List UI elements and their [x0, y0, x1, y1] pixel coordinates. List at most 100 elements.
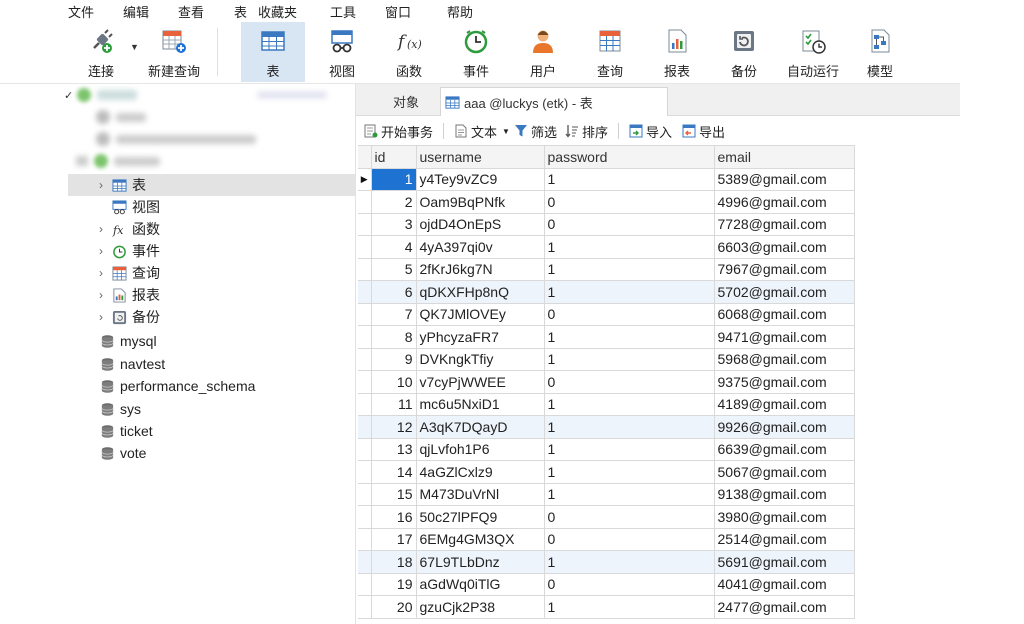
- cell-id[interactable]: 13: [370, 437, 417, 461]
- cell-username[interactable]: DVKngkTfiy: [415, 347, 545, 371]
- new-query-button[interactable]: 新建查询: [141, 22, 207, 82]
- row-indicator[interactable]: [358, 415, 372, 439]
- row-indicator[interactable]: [358, 595, 372, 619]
- cell-username[interactable]: qDKXFHp8nQ: [415, 280, 545, 304]
- automation-button[interactable]: 自动运行: [779, 22, 847, 82]
- cell-username[interactable]: 4aGZlCxlz9: [415, 460, 545, 484]
- cell-id[interactable]: 4: [370, 235, 417, 259]
- cell-id[interactable]: 1: [370, 167, 417, 191]
- cell-email[interactable]: 7728@gmail.com: [713, 212, 855, 236]
- table-row[interactable]: 10 v7cyPjWWEE 0 9375@gmail.com: [358, 370, 855, 394]
- model-button[interactable]: 模型: [848, 22, 912, 82]
- view-button[interactable]: 视图: [310, 22, 374, 82]
- row-indicator[interactable]: [358, 280, 372, 304]
- cell-password[interactable]: 1: [543, 482, 715, 506]
- cell-password[interactable]: 1: [543, 415, 715, 439]
- cell-id[interactable]: 15: [370, 482, 417, 506]
- cell-id[interactable]: 20: [370, 595, 417, 619]
- row-indicator[interactable]: [358, 257, 372, 281]
- cell-email[interactable]: 5691@gmail.com: [713, 550, 855, 574]
- cell-email[interactable]: 7967@gmail.com: [713, 257, 855, 281]
- connect-dropdown-icon[interactable]: ▼: [130, 42, 139, 52]
- begin-transaction-button[interactable]: 开始事务: [364, 122, 433, 141]
- row-indicator[interactable]: [358, 212, 372, 236]
- cell-username[interactable]: M473DuVrNl: [415, 482, 545, 506]
- cell-id[interactable]: 16: [370, 505, 417, 529]
- tree-item-queries[interactable]: › 查询: [94, 262, 160, 284]
- tree-item-tables[interactable]: › 表: [68, 174, 355, 196]
- cell-username[interactable]: 4yA397qi0v: [415, 235, 545, 259]
- cell-username[interactable]: v7cyPjWWEE: [415, 370, 545, 394]
- cell-username[interactable]: y4Tey9vZC9: [415, 167, 545, 191]
- row-indicator[interactable]: [358, 190, 372, 214]
- cell-password[interactable]: 1: [543, 167, 715, 191]
- cell-username[interactable]: ojdD4OnEpS: [415, 212, 545, 236]
- cell-id[interactable]: 9: [370, 347, 417, 371]
- cell-id[interactable]: 17: [370, 527, 417, 551]
- cell-password[interactable]: 0: [543, 572, 715, 596]
- row-indicator[interactable]: [358, 325, 372, 349]
- row-indicator[interactable]: [358, 235, 372, 259]
- table-row[interactable]: 20 gzuCjk2P38 1 2477@gmail.com: [358, 595, 855, 619]
- chevron-right-icon[interactable]: ›: [94, 266, 108, 280]
- row-indicator[interactable]: [358, 482, 372, 506]
- menu-view[interactable]: 查看: [178, 2, 204, 21]
- cell-password[interactable]: 0: [543, 302, 715, 326]
- tab-objects[interactable]: 对象: [374, 87, 438, 116]
- cell-id[interactable]: 19: [370, 572, 417, 596]
- cell-password[interactable]: 0: [543, 370, 715, 394]
- row-indicator[interactable]: [358, 572, 372, 596]
- cell-password[interactable]: 0: [543, 505, 715, 529]
- tree-db-sys[interactable]: sys: [96, 398, 141, 420]
- row-indicator[interactable]: [358, 527, 372, 551]
- connect-button[interactable]: 连接: [69, 22, 133, 82]
- table-row[interactable]: 11 mc6u5NxiD1 1 4189@gmail.com: [358, 392, 855, 416]
- row-indicator[interactable]: [358, 460, 372, 484]
- table-row[interactable]: 2 Oam9BqPNfk 0 4996@gmail.com: [358, 190, 855, 214]
- menu-edit[interactable]: 编辑: [123, 2, 149, 21]
- tree-redacted-db-2[interactable]: [96, 128, 256, 150]
- menu-table[interactable]: 表: [234, 2, 247, 21]
- cell-id[interactable]: 8: [370, 325, 417, 349]
- cell-username[interactable]: mc6u5NxiD1: [415, 392, 545, 416]
- cell-password[interactable]: 1: [543, 550, 715, 574]
- query-button[interactable]: 查询: [578, 22, 642, 82]
- row-indicator[interactable]: [358, 505, 372, 529]
- tree-item-functions[interactable]: › fx 函数: [94, 218, 160, 240]
- table-row[interactable]: 12 A3qK7DQayD 1 9926@gmail.com: [358, 415, 855, 439]
- tree-redacted-db-3[interactable]: [76, 150, 160, 172]
- column-header-email[interactable]: email: [713, 145, 855, 169]
- event-button[interactable]: 事件: [444, 22, 508, 82]
- table-row[interactable]: 3 ojdD4OnEpS 0 7728@gmail.com: [358, 212, 855, 236]
- export-button[interactable]: 导出: [682, 122, 725, 141]
- table-row[interactable]: 5 2fKrJ6kg7N 1 7967@gmail.com: [358, 257, 855, 281]
- cell-id[interactable]: 11: [370, 392, 417, 416]
- chevron-right-icon[interactable]: ›: [94, 244, 108, 258]
- cell-email[interactable]: 5389@gmail.com: [713, 167, 855, 191]
- tab-table-aaa[interactable]: aaa @luckys (etk) - 表: [440, 87, 668, 116]
- row-indicator[interactable]: [358, 550, 372, 574]
- cell-id[interactable]: 2: [370, 190, 417, 214]
- row-indicator[interactable]: [358, 392, 372, 416]
- cell-email[interactable]: 3980@gmail.com: [713, 505, 855, 529]
- tree-db-vote[interactable]: vote: [96, 442, 146, 464]
- row-indicator[interactable]: [358, 347, 372, 371]
- column-header-id[interactable]: id: [370, 145, 417, 169]
- cell-username[interactable]: 6EMg4GM3QX: [415, 527, 545, 551]
- tree-item-backups[interactable]: › 备份: [94, 306, 160, 328]
- import-button[interactable]: 导入: [629, 122, 672, 141]
- cell-username[interactable]: 50c27lPFQ9: [415, 505, 545, 529]
- row-indicator[interactable]: [358, 437, 372, 461]
- cell-id[interactable]: 10: [370, 370, 417, 394]
- current-row-indicator-icon[interactable]: ▶: [358, 167, 372, 191]
- cell-email[interactable]: 9375@gmail.com: [713, 370, 855, 394]
- table-row[interactable]: 19 aGdWq0iTlG 0 4041@gmail.com: [358, 572, 855, 596]
- table-row[interactable]: 6 qDKXFHp8nQ 1 5702@gmail.com: [358, 280, 855, 304]
- cell-email[interactable]: 4041@gmail.com: [713, 572, 855, 596]
- cell-email[interactable]: 2477@gmail.com: [713, 595, 855, 619]
- cell-password[interactable]: 0: [543, 190, 715, 214]
- table-row[interactable]: 18 67L9TLbDnz 1 5691@gmail.com: [358, 550, 855, 574]
- cell-username[interactable]: yPhcyzaFR7: [415, 325, 545, 349]
- tree-item-events[interactable]: › 事件: [94, 240, 160, 262]
- cell-password[interactable]: 1: [543, 595, 715, 619]
